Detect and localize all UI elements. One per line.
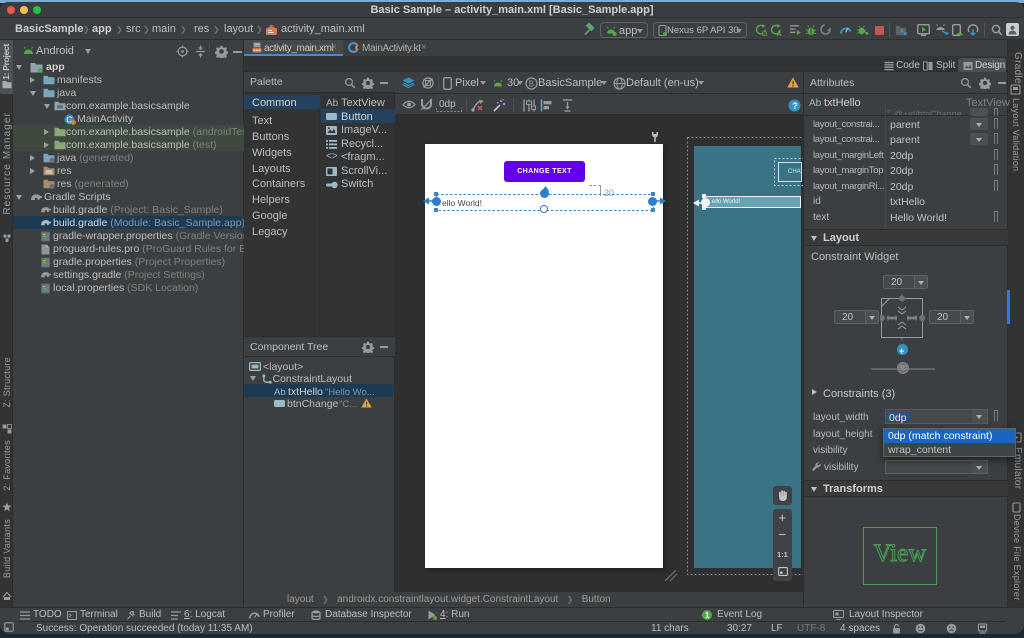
svg-text:A: A (776, 29, 782, 36)
svg-text:?: ? (792, 101, 798, 111)
svg-text:B: B (529, 80, 534, 89)
